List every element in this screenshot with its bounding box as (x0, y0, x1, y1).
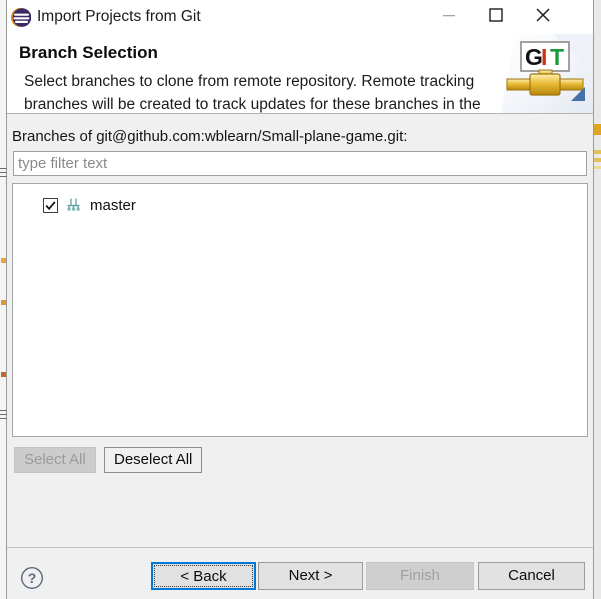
title-bar: Import Projects from Git (7, 0, 593, 34)
background-window-right-edge (593, 0, 601, 599)
branch-checkbox[interactable] (43, 197, 58, 213)
maximize-button[interactable] (473, 0, 519, 30)
window-title: Import Projects from Git (37, 8, 201, 25)
svg-text:T: T (550, 44, 564, 70)
background-window-left-edge (0, 0, 7, 599)
back-button[interactable]: < Back (151, 562, 256, 590)
eclipse-icon (10, 7, 32, 28)
list-item[interactable]: master (13, 194, 587, 216)
next-button[interactable]: Next > (258, 562, 363, 590)
page-description: Select branches to clone from remote rep… (24, 73, 481, 113)
dialog-footer: ? < Back Next > Finish Cancel (7, 547, 593, 599)
git-logo: G I T (501, 34, 593, 113)
minimize-button[interactable] (426, 0, 472, 30)
filter-input[interactable] (13, 151, 587, 176)
cancel-button[interactable]: Cancel (478, 562, 585, 590)
import-projects-from-git-dialog: Import Projects from Git Branch Selectio… (0, 0, 601, 599)
branch-list[interactable]: master (12, 183, 588, 437)
wizard-header: Branch Selection Select branches to clon… (7, 34, 593, 114)
git-branch-icon (65, 197, 83, 214)
svg-text:I: I (541, 44, 547, 70)
page-title: Branch Selection (19, 43, 158, 62)
deselect-all-button[interactable]: Deselect All (104, 447, 203, 473)
close-button[interactable] (520, 0, 566, 30)
select-all-button[interactable]: Select All (14, 447, 96, 473)
svg-text:?: ? (28, 570, 37, 586)
dialog-window-frame: Import Projects from Git Branch Selectio… (7, 0, 593, 599)
finish-button[interactable]: Finish (366, 562, 474, 590)
help-icon[interactable]: ? (20, 566, 44, 590)
branch-name: master (90, 196, 136, 214)
branches-label: Branches of git@github.com:wblearn/Small… (12, 128, 408, 145)
branch-selection-panel: Branches of git@github.com:wblearn/Small… (7, 114, 593, 547)
